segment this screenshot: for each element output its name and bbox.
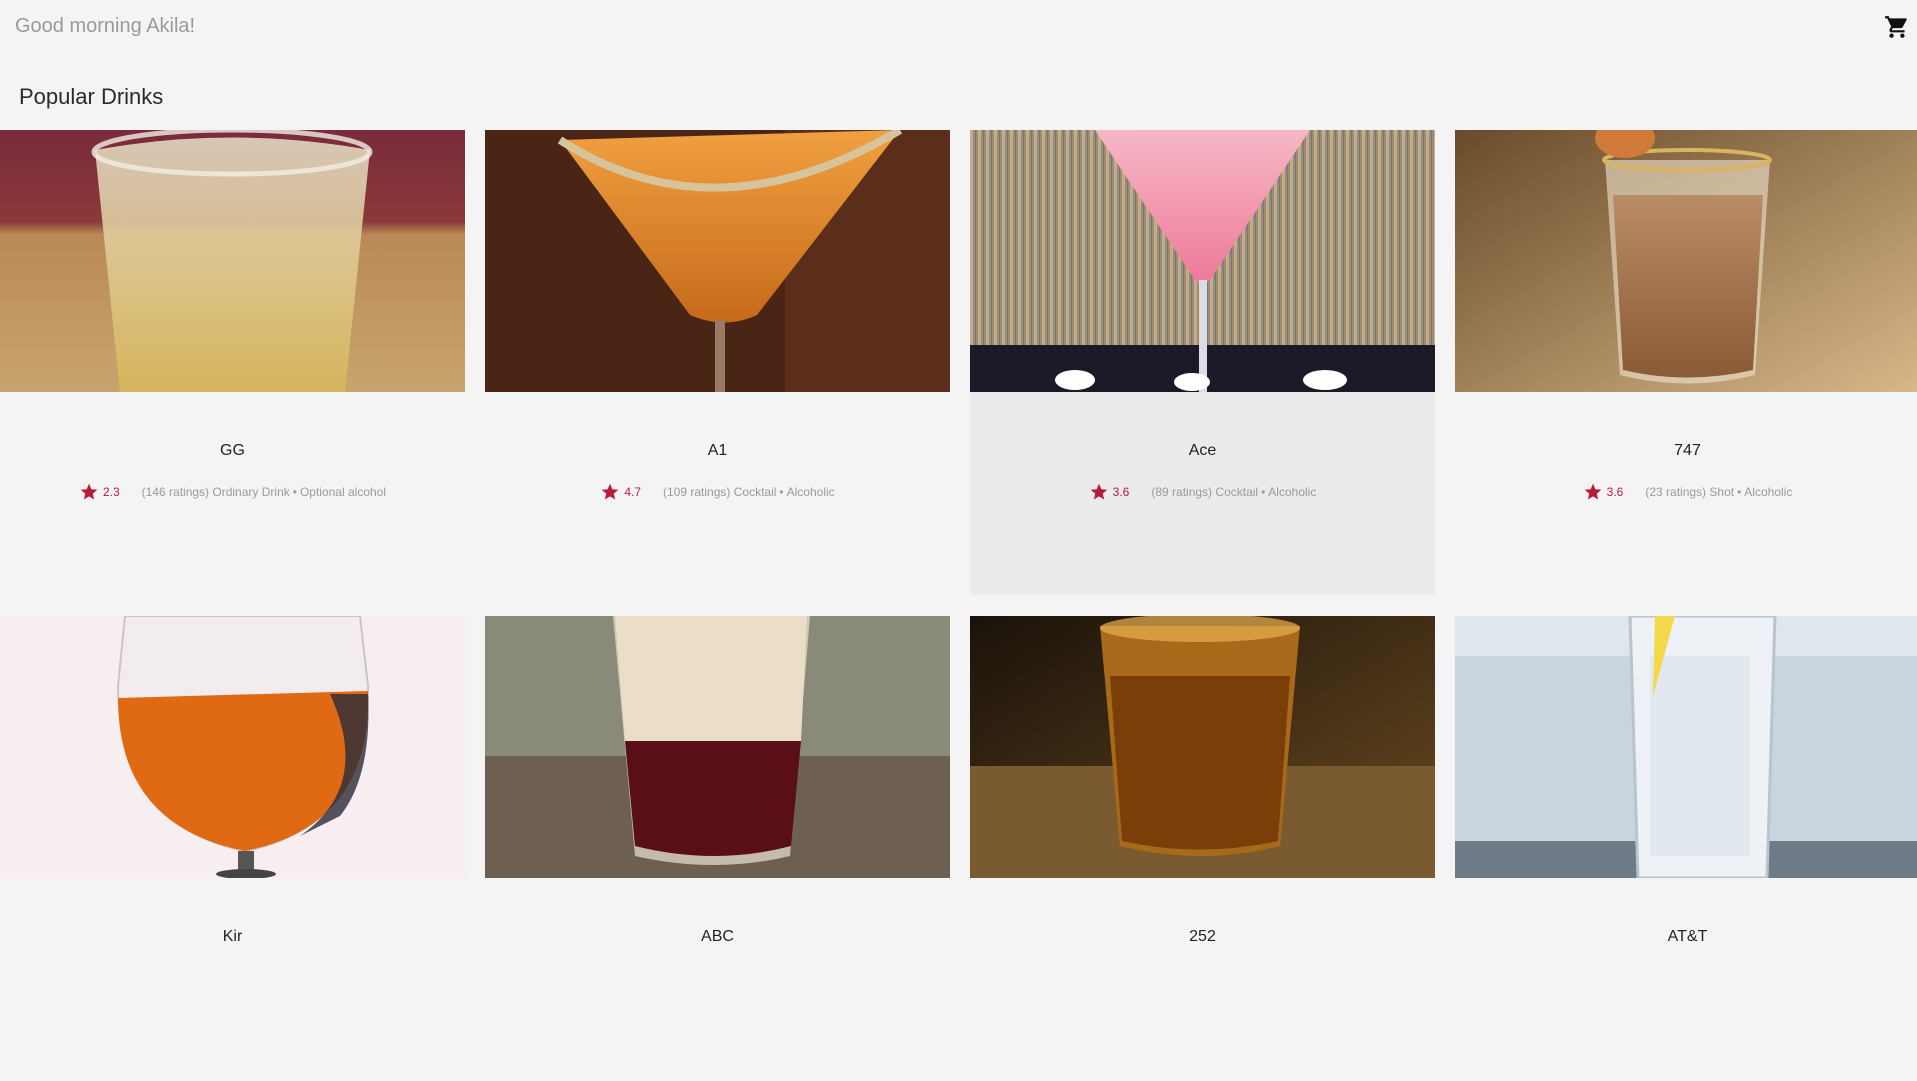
drink-card[interactable]: ABC (485, 616, 950, 1081)
drink-image (1455, 130, 1917, 392)
drink-meta: 2.3 (146 ratings) Ordinary Drink • Optiona… (0, 482, 465, 502)
drink-image (970, 130, 1435, 392)
drink-name: GG (220, 442, 245, 459)
section-title: Popular Drinks (19, 84, 164, 109)
drink-image (1455, 616, 1917, 878)
drink-category: Cocktail (1215, 485, 1259, 499)
star-icon (1090, 483, 1108, 500)
drink-category: Shot (1709, 485, 1735, 499)
drink-name: AT&T (1667, 928, 1708, 945)
drink-category: Ordinary Drink (212, 485, 290, 499)
alcohol-type: Alcoholic (786, 485, 835, 499)
drink-name: A1 (707, 442, 728, 459)
drink-name: Kir (222, 928, 243, 945)
rating-value: 4.7 (624, 485, 642, 499)
drink-name: Ace (1188, 442, 1217, 459)
drink-card[interactable]: A1 4.7 (109 ratings) Cocktail • Alcoholic (485, 130, 950, 595)
cart-button[interactable] (1884, 14, 1910, 40)
drink-image (970, 616, 1435, 878)
star-icon (1584, 483, 1602, 500)
drink-card[interactable]: 252 (970, 616, 1435, 1081)
greeting-text: Good morning Akila! (15, 15, 196, 37)
drink-meta: 4.7 (109 ratings) Cocktail • Alcoholic (485, 482, 950, 502)
drink-card[interactable]: 747 3.6 (23 ratings) Shot • Alcoholic (1455, 130, 1917, 595)
ratings-count: (23 ratings) (1645, 485, 1707, 499)
rating-value: 3.6 (1112, 485, 1130, 499)
star-icon (80, 483, 98, 500)
ratings-count: (146 ratings) (141, 485, 210, 499)
drink-card[interactable]: AT&T (1455, 616, 1917, 1081)
alcohol-type: Alcoholic (1268, 485, 1317, 499)
shopping-cart-icon (1885, 16, 1907, 38)
drink-card[interactable]: GG 2.3 (146 ratings) Ordinary Drink • Opti… (0, 130, 465, 595)
drink-name: 747 (1674, 442, 1701, 459)
rating-value: 2.3 (102, 485, 120, 499)
alcohol-type: Alcoholic (1744, 485, 1793, 499)
drink-image (485, 616, 950, 878)
drink-category: Cocktail (733, 485, 777, 499)
drink-image (485, 130, 950, 392)
drink-name: ABC (701, 928, 734, 945)
drink-meta: 3.6 (89 ratings) Cocktail • Alcoholic (970, 482, 1435, 502)
alcohol-type: Optional alcohol (299, 485, 387, 499)
rating-value: 3.6 (1606, 485, 1624, 499)
drink-image (0, 616, 465, 878)
drink-name: 252 (1189, 928, 1216, 945)
top-app-bar: Good morning Akila! (0, 0, 1917, 56)
ratings-count: (109 ratings) (663, 485, 731, 499)
drink-meta: 3.6 (23 ratings) Shot • Alcoholic (1455, 482, 1917, 502)
drink-card[interactable]: Kir (0, 616, 465, 1081)
drink-image (0, 130, 465, 392)
ratings-count: (89 ratings) (1151, 485, 1213, 499)
drink-card[interactable]: Ace 3.6 (89 ratings) Cocktail • Alcoholic (970, 130, 1435, 595)
star-icon (601, 483, 619, 500)
